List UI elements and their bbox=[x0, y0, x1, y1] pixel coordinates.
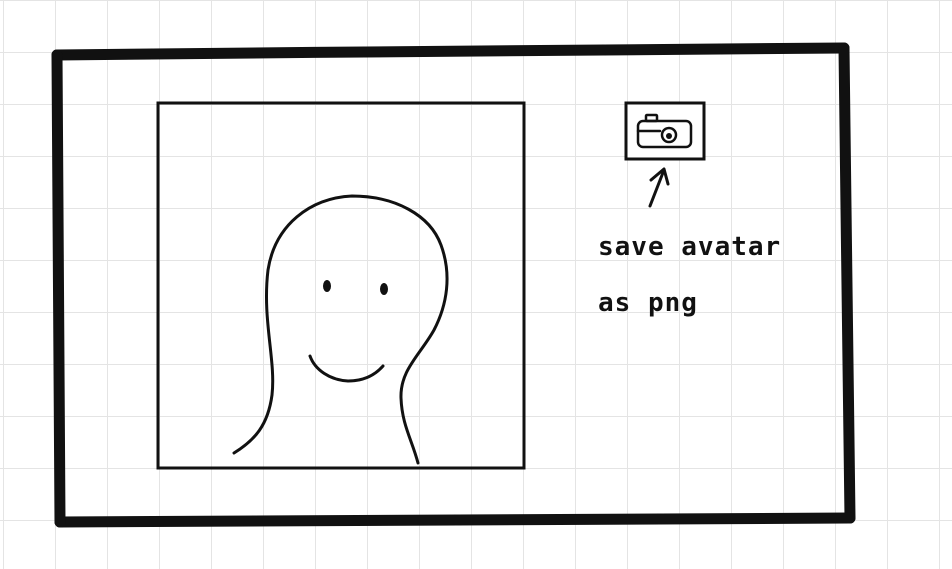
annotation-line-2: as png bbox=[598, 288, 698, 318]
save-avatar-button[interactable] bbox=[624, 101, 706, 161]
wireframe-sketch bbox=[51, 42, 856, 528]
avatar-right-eye bbox=[380, 283, 388, 295]
window-frame bbox=[51, 42, 856, 528]
avatar-left-eye bbox=[323, 280, 331, 292]
camera-icon bbox=[624, 101, 706, 161]
arrow-up-icon bbox=[648, 167, 670, 208]
avatar-image-box bbox=[156, 101, 526, 470]
avatar-person-sketch bbox=[232, 194, 449, 465]
annotation-line-1: save avatar bbox=[598, 232, 782, 262]
